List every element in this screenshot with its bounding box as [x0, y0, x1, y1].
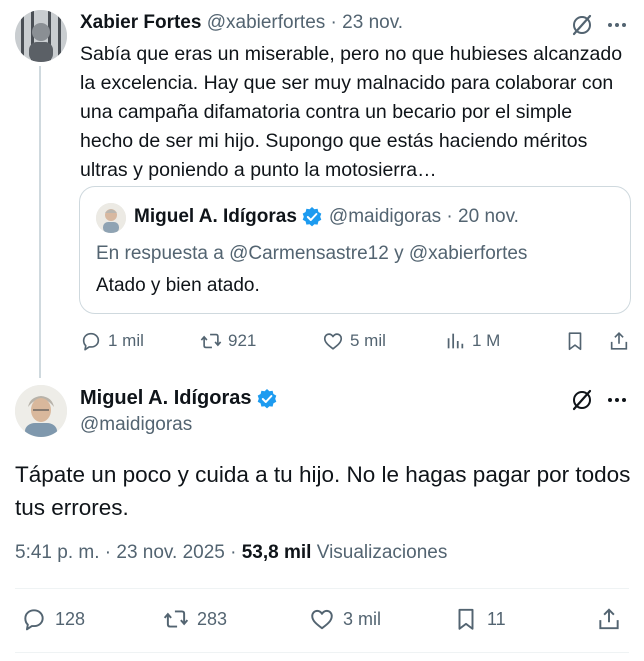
reply-button[interactable]: 128 — [21, 606, 85, 632]
tweet-meta: 5:41 p. m. · 23 nov. 2025 · 53,8 mil Vis… — [15, 542, 447, 564]
repost-icon — [163, 610, 189, 628]
avatar — [96, 203, 126, 233]
share-button[interactable] — [596, 606, 622, 632]
more-icon[interactable] — [604, 389, 630, 411]
verified-icon — [301, 206, 323, 228]
repost-count: 283 — [197, 608, 228, 629]
views-button[interactable]: 1 M — [444, 330, 500, 352]
bookmark-button[interactable] — [564, 330, 586, 352]
reply-icon — [24, 609, 44, 631]
views-count: 1 M — [472, 331, 501, 350]
like-count: 5 mil — [350, 331, 386, 350]
quote-header: Miguel A. Idígoras @maidigoras · 20 nov. — [134, 206, 519, 228]
divider — [15, 588, 629, 589]
author-name: Miguel A. Idígoras — [134, 206, 297, 227]
avatar[interactable] — [15, 385, 67, 437]
action-bar: 128 283 3 mil 11 — [15, 606, 629, 636]
views-label: Visualizaciones — [316, 542, 448, 563]
like-button[interactable]: 5 mil — [322, 330, 386, 352]
reply-count: 1 mil — [108, 331, 144, 350]
share-button[interactable] — [608, 330, 630, 352]
reply-button[interactable]: 1 mil — [80, 330, 144, 352]
reply-to: En respuesta a @Carmensastre12 y @xabier… — [96, 243, 528, 264]
share-icon — [599, 608, 619, 630]
grok-icon[interactable] — [570, 13, 594, 37]
divider — [15, 652, 629, 653]
author-handle-date: @maidigoras · 20 nov. — [328, 206, 519, 227]
author-name[interactable]: Xabier Fortes — [80, 12, 201, 33]
author-name-row: Miguel A. Idígoras — [80, 387, 284, 410]
tweet-text: Tápate un poco y cuida a tu hijo. No le … — [15, 462, 631, 520]
like-button[interactable]: 3 mil — [309, 606, 381, 632]
repost-icon — [200, 333, 222, 349]
author-name[interactable]: Miguel A. Idígoras — [80, 387, 252, 410]
bookmark-count: 11 — [487, 608, 506, 629]
quoted-tweet[interactable]: Miguel A. Idígoras @maidigoras · 20 nov.… — [79, 186, 631, 314]
reply-icon — [82, 332, 100, 351]
bookmark-button[interactable]: 11 — [453, 606, 506, 632]
verified-icon[interactable] — [256, 388, 278, 410]
tweet-header: Xabier Fortes @xabierfortes · 23 nov. — [80, 12, 403, 34]
bookmark-icon — [568, 332, 582, 351]
like-count: 3 mil — [343, 608, 382, 629]
timestamp[interactable]: 5:41 p. m. · 23 nov. 2025 · — [15, 542, 236, 563]
views-icon — [447, 333, 464, 349]
repost-button[interactable]: 283 — [163, 606, 227, 632]
views-count: 53,8 mil — [241, 542, 312, 563]
author-handle-date[interactable]: @xabierfortes · 23 nov. — [207, 12, 403, 33]
share-icon — [610, 332, 628, 350]
grok-icon[interactable] — [570, 388, 594, 412]
like-icon — [311, 609, 333, 630]
avatar[interactable] — [15, 10, 67, 62]
repost-count: 921 — [228, 331, 257, 350]
quote-text: Atado y bien atado. — [96, 275, 260, 296]
more-icon[interactable] — [604, 14, 630, 36]
thread-line — [39, 66, 41, 378]
action-bar: 1 mil 921 5 mil 1 M — [80, 330, 634, 358]
bookmark-icon — [458, 608, 474, 630]
reply-count: 128 — [55, 608, 86, 629]
author-handle[interactable]: @maidigoras — [80, 414, 192, 436]
like-icon — [323, 333, 343, 350]
repost-button[interactable]: 921 — [200, 330, 256, 352]
tweet-text: Sabía que eras un miserable, pero no que… — [80, 43, 623, 181]
